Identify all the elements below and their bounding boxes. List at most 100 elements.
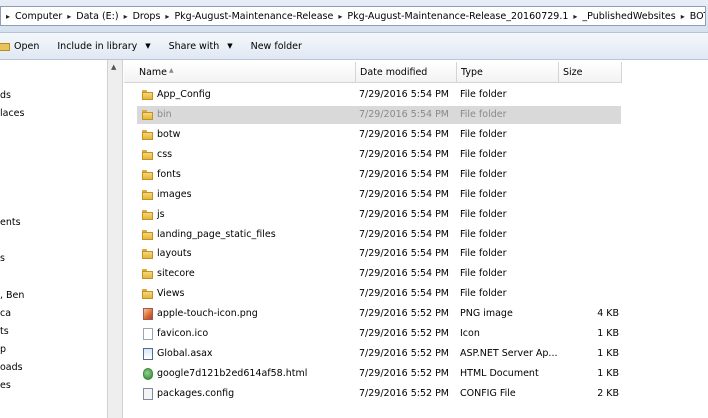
column-header-name[interactable]: ▲ Name	[124, 62, 356, 83]
column-header-date-modified[interactable]: Date modified	[356, 62, 457, 83]
navigation-item[interactable]: laces	[0, 108, 24, 119]
file-size: 1 KB	[597, 368, 619, 380]
file-type: File folder	[460, 268, 507, 280]
file-type: PNG image	[460, 308, 513, 320]
file-type: File folder	[460, 128, 507, 140]
file-date-modified: 7/29/2016 5:54 PM	[359, 228, 450, 240]
file-row[interactable]: images 7/29/2016 5:54 PM File folder	[137, 186, 621, 204]
file-type: CONFIG File	[460, 387, 516, 399]
breadcrumb-label: BOTWSitecoreWeb	[689, 10, 705, 22]
file-row[interactable]: botw 7/29/2016 5:54 PM File folder	[137, 126, 621, 144]
chevron-right-icon[interactable]: ▸	[124, 12, 128, 21]
navigation-pane: ds laces ents s , Ben ca ts p oads es	[0, 60, 107, 418]
file-date-modified: 7/29/2016 5:54 PM	[359, 288, 450, 300]
file-name: botw	[157, 128, 181, 140]
share-with-button[interactable]: Share with ▼	[165, 35, 237, 57]
file-row[interactable]: fonts 7/29/2016 5:54 PM File folder	[137, 166, 621, 184]
file-name: apple-touch-icon.png	[157, 308, 258, 320]
file-type: File folder	[460, 208, 507, 220]
file-name: js	[157, 208, 165, 220]
include-in-library-button[interactable]: Include in library ▼	[53, 35, 154, 57]
breadcrumb-item[interactable]: ▸ _PublishedWebsites	[568, 7, 676, 25]
include-in-library-label: Include in library	[57, 40, 138, 52]
chevron-right-icon[interactable]: ▸	[6, 12, 10, 21]
file-row[interactable]: packages.config 7/29/2016 5:52 PM CONFIG F…	[137, 385, 621, 403]
navigation-item[interactable]: p	[0, 344, 6, 355]
file-name: sitecore	[157, 268, 195, 280]
navigation-item[interactable]: ds	[0, 90, 11, 101]
chevron-right-icon[interactable]: ▸	[338, 12, 342, 21]
file-type: File folder	[460, 108, 507, 120]
open-label: Open	[14, 40, 40, 52]
file-row[interactable]: google7d121b2ed614af58.html 7/29/2016 5:5…	[137, 365, 621, 383]
file-type: File folder	[460, 288, 507, 300]
breadcrumb-label: Computer	[15, 10, 63, 22]
navigation-item[interactable]: s	[0, 253, 5, 264]
chevron-right-icon[interactable]: ▸	[573, 12, 577, 21]
file-type: File folder	[460, 89, 507, 100]
breadcrumb-item[interactable]: ▸ BOTWSitecoreWeb	[676, 7, 705, 25]
navigation-item[interactable]: ts	[0, 326, 9, 337]
breadcrumb-label: Pkg-August-Maintenance-Release	[174, 10, 334, 22]
breadcrumb[interactable]: ▸ Computer ▸ Data (E:) ▸ Drops ▸ Pkg-August-Mai…	[0, 6, 706, 26]
breadcrumb-item[interactable]: ▸ Computer	[1, 7, 63, 25]
file-name: layouts	[157, 248, 192, 260]
file-date-modified: 7/29/2016 5:52 PM	[359, 328, 450, 340]
file-row[interactable]: sitecore 7/29/2016 5:54 PM File folder	[137, 265, 621, 283]
breadcrumb-item[interactable]: ▸ Pkg-August-Maintenance-Release	[160, 7, 334, 25]
file-type: File folder	[460, 148, 507, 160]
config-file-icon	[143, 387, 153, 400]
chevron-right-icon[interactable]: ▸	[681, 12, 685, 21]
navigation-item[interactable]: ca	[0, 308, 11, 319]
file-size: 1 KB	[597, 328, 619, 340]
breadcrumb-item[interactable]: ▸ Pkg-August-Maintenance-Release_20160729…	[333, 7, 569, 25]
file-row[interactable]: favicon.ico 7/29/2016 5:52 PM Icon 1 KB	[137, 325, 621, 343]
breadcrumb-item[interactable]: ▸ Drops	[119, 7, 161, 25]
file-date-modified: 7/29/2016 5:52 PM	[359, 348, 450, 360]
file-row[interactable]: apple-touch-icon.png 7/29/2016 5:52 PM PNG…	[137, 305, 621, 323]
navigation-item[interactable]: es	[0, 380, 11, 391]
breadcrumb-label: _PublishedWebsites	[582, 10, 676, 22]
new-folder-label: New folder	[250, 40, 302, 52]
chevron-right-icon[interactable]: ▸	[67, 12, 71, 21]
file-name: images	[157, 188, 192, 200]
file-row[interactable]: Views 7/29/2016 5:54 PM File folder	[137, 285, 621, 303]
file-row[interactable]: css 7/29/2016 5:54 PM File folder	[137, 146, 621, 164]
new-folder-button[interactable]: New folder	[247, 35, 306, 57]
file-row[interactable]: App_Config 7/29/2016 5:54 PM File folder	[137, 86, 621, 104]
sort-ascending-icon: ▲	[169, 67, 174, 74]
file-row[interactable]: layouts 7/29/2016 5:54 PM File folder	[137, 245, 621, 263]
file-name: bin	[157, 108, 172, 120]
file-date-modified: 7/29/2016 5:54 PM	[359, 268, 450, 280]
file-date-modified: 7/29/2016 5:52 PM	[359, 368, 450, 380]
open-icon	[0, 41, 10, 51]
address-bar: ▸ Computer ▸ Data (E:) ▸ Drops ▸ Pkg-August-Mai…	[0, 0, 708, 33]
navigation-scrollbar[interactable]: ▲	[107, 60, 123, 418]
navigation-item[interactable]: ents	[0, 217, 21, 228]
column-header-type[interactable]: Type	[457, 62, 559, 83]
command-bar: Open Include in library ▼ Share with ▼ N…	[0, 33, 708, 60]
breadcrumb-label: Pkg-August-Maintenance-Release_20160729.…	[347, 10, 569, 22]
column-header-type-label: Type	[461, 67, 483, 78]
dropdown-arrow-icon: ▼	[227, 42, 233, 50]
file-date-modified: 7/29/2016 5:54 PM	[359, 168, 450, 180]
file-row[interactable]: Global.asax 7/29/2016 5:52 PM ASP.NET Serv…	[137, 345, 621, 363]
file-name: packages.config	[157, 387, 235, 399]
scroll-up-arrow-icon[interactable]: ▲	[111, 63, 116, 71]
navigation-item[interactable]: , Ben	[0, 290, 24, 301]
ico-file-icon	[143, 328, 153, 341]
column-header-row: ▲ Name Date modified Type Size	[124, 62, 708, 83]
column-header-size[interactable]: Size	[559, 62, 622, 83]
file-name: fonts	[157, 168, 181, 180]
file-row[interactable]: bin 7/29/2016 5:54 PM File folder	[137, 105, 621, 124]
open-button[interactable]: Open	[0, 35, 43, 57]
file-row[interactable]: js 7/29/2016 5:54 PM File folder	[137, 206, 621, 224]
chevron-right-icon[interactable]: ▸	[165, 12, 169, 21]
breadcrumb-item[interactable]: ▸ Data (E:)	[62, 7, 118, 25]
dropdown-arrow-icon: ▼	[145, 42, 151, 50]
file-row[interactable]: landing_page_static_files 7/29/2016 5:54 …	[137, 226, 621, 244]
file-date-modified: 7/29/2016 5:52 PM	[359, 308, 450, 320]
navigation-item[interactable]: oads	[0, 362, 23, 373]
file-date-modified: 7/29/2016 5:54 PM	[359, 208, 450, 220]
column-header-name-label: Name	[139, 67, 168, 78]
